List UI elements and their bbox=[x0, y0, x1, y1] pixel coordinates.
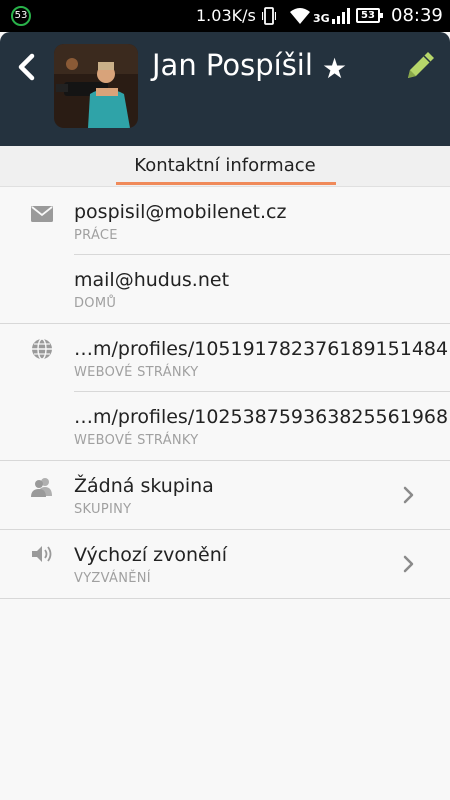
email-value: pospisil@mobilenet.cz bbox=[74, 201, 287, 223]
group-icon bbox=[31, 478, 52, 497]
divider bbox=[0, 598, 450, 599]
website-type-label: WEBOVÉ STRÁNKY bbox=[74, 433, 199, 448]
website-row-2[interactable]: …m/profiles/102538759363825561968 WEBOVÉ… bbox=[0, 392, 450, 460]
star-icon[interactable]: ★ bbox=[322, 52, 347, 85]
wifi-icon bbox=[290, 8, 310, 24]
battery-icon: 53 bbox=[356, 8, 383, 23]
contact-name: Jan Pospíšil bbox=[152, 48, 313, 82]
ringtone-type-label: VYZVÁNĚNÍ bbox=[74, 571, 151, 586]
group-value: Žádná skupina bbox=[74, 475, 214, 497]
email-type-label: DOMŮ bbox=[74, 296, 117, 311]
group-type-label: SKUPINY bbox=[74, 502, 132, 517]
network-type: 3G bbox=[313, 12, 330, 25]
clock: 08:39 bbox=[391, 5, 443, 26]
speaker-icon bbox=[32, 546, 52, 562]
tab-indicator bbox=[116, 182, 336, 185]
email-type-label: PRÁCE bbox=[74, 228, 118, 243]
email-row-work[interactable]: pospisil@mobilenet.cz PRÁCE bbox=[0, 186, 450, 254]
website-type-label: WEBOVÉ STRÁNKY bbox=[74, 365, 199, 380]
email-row-home[interactable]: mail@hudus.net DOMŮ bbox=[0, 255, 450, 323]
chevron-right-icon bbox=[403, 555, 414, 573]
tab-contact-info[interactable]: Kontaktní informace bbox=[0, 155, 450, 176]
signal-icon bbox=[332, 8, 350, 24]
avatar[interactable] bbox=[54, 44, 138, 128]
back-button[interactable] bbox=[12, 52, 42, 82]
website-row-1[interactable]: …m/profiles/105191782376189151484 WEBOVÉ… bbox=[0, 324, 450, 392]
status-bar: 53 1.03K/s 3G 53 08:39 bbox=[0, 0, 450, 32]
contact-header: Jan Pospíšil ★ bbox=[0, 32, 450, 146]
edit-button[interactable] bbox=[402, 48, 438, 84]
website-value: …m/profiles/105191782376189151484 bbox=[74, 338, 449, 360]
tab-bar: Kontaktní informace bbox=[0, 146, 450, 187]
email-value: mail@hudus.net bbox=[74, 269, 230, 291]
website-value: …m/profiles/102538759363825561968 bbox=[74, 406, 449, 428]
chevron-right-icon bbox=[403, 486, 414, 504]
ringtone-row[interactable]: Výchozí zvonění VYZVÁNĚNÍ bbox=[0, 530, 450, 598]
group-row[interactable]: Žádná skupina SKUPINY bbox=[0, 461, 450, 529]
network-speed: 1.03K/s bbox=[196, 6, 256, 25]
globe-icon bbox=[32, 338, 52, 360]
vibrate-icon bbox=[262, 7, 276, 25]
mail-icon bbox=[31, 206, 53, 222]
ringtone-value: Výchozí zvonění bbox=[74, 544, 228, 566]
pencil-icon bbox=[408, 52, 434, 78]
notification-counter-icon: 53 bbox=[11, 6, 31, 26]
